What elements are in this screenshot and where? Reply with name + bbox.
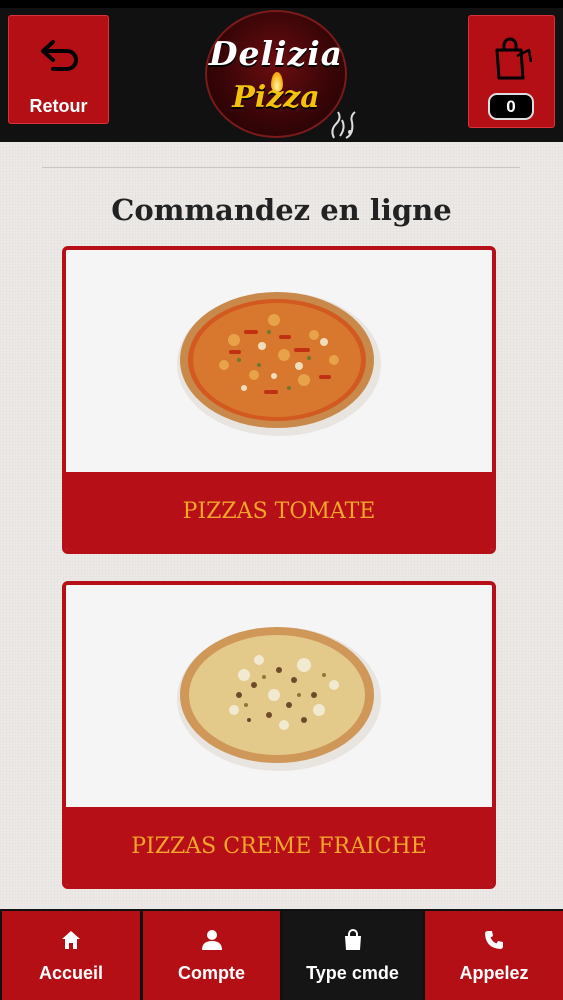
nav-appelez[interactable]: Appelez [425, 911, 563, 1000]
status-strip [0, 0, 563, 8]
bottom-nav: Accueil Compte Type cmde Appelez [0, 909, 563, 1000]
nav-label: Appelez [459, 963, 529, 983]
nav-type-cmde[interactable]: Type cmde [283, 911, 422, 1000]
home-icon [62, 931, 80, 949]
pizza-tomate-photo[interactable] [66, 250, 492, 472]
delizia-pizza-logo[interactable]: Delizia Pizza [205, 10, 347, 138]
nav-label: Compte [178, 963, 245, 983]
nav-accueil[interactable]: Accueil [2, 911, 140, 1000]
arabic-calligraphy-mark [331, 111, 356, 139]
logo-text-delizia: Delizia [208, 34, 344, 73]
page-title: Commandez en ligne [111, 193, 452, 227]
back-arrow-icon [41, 40, 78, 71]
cart-button[interactable]: 0 [468, 15, 555, 128]
pizza-tomate-image [177, 292, 381, 436]
category-label[interactable]: PIZZAS CREME FRAICHE [66, 807, 492, 885]
back-label: Retour [29, 96, 88, 116]
back-button[interactable]: Retour [8, 15, 109, 124]
bag-icon [344, 929, 361, 950]
pizza-creme-fraiche-image [177, 627, 381, 771]
app-header: Retour Delizia Pizza 0 [0, 8, 563, 142]
nav-label: Accueil [38, 963, 104, 983]
nav-compte[interactable]: Compte [143, 911, 280, 1000]
category-card-pizzas-tomate[interactable]: PIZZAS TOMATE [62, 246, 496, 554]
shopping-bag-icon [495, 37, 533, 80]
category-label[interactable]: PIZZAS TOMATE [66, 472, 492, 550]
nav-label: Type cmde [306, 963, 399, 983]
cart-count-badge: 0 [488, 93, 534, 120]
user-icon [201, 930, 222, 950]
phone-icon [485, 931, 503, 949]
logo-text-pizza: Pizza [232, 80, 320, 115]
pizza-creme-fraiche-photo[interactable] [66, 585, 492, 807]
divider [42, 167, 520, 168]
category-card-pizzas-creme-fraiche[interactable]: PIZZAS CREME FRAICHE [62, 581, 496, 889]
